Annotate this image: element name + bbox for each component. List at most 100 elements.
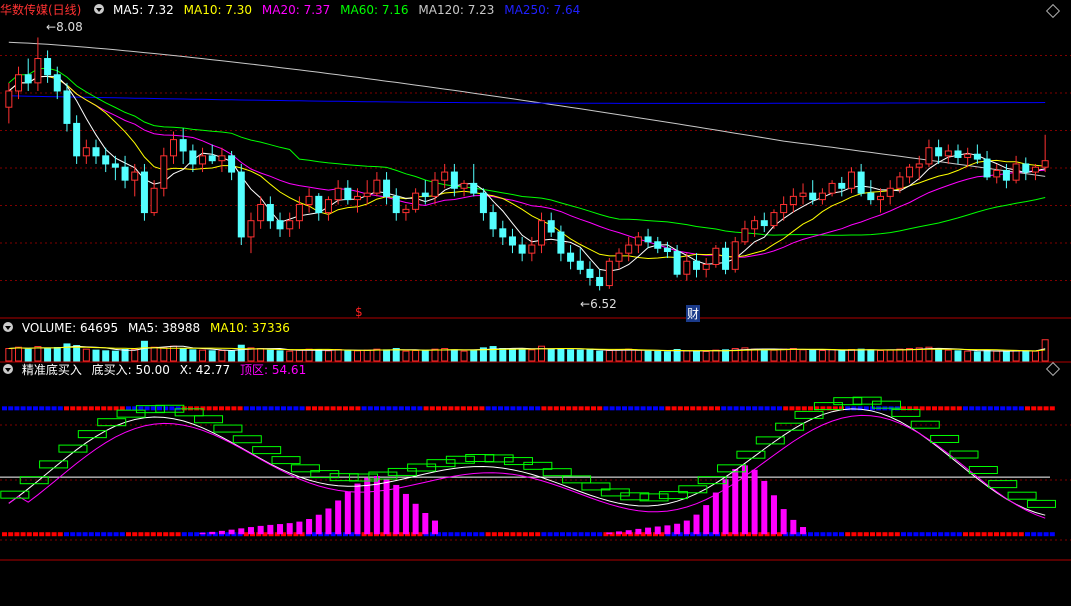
candle-down <box>315 195 323 214</box>
band-square-top <box>175 406 181 411</box>
band-square-top <box>485 406 491 411</box>
candle-down <box>479 192 487 214</box>
volume-bar <box>44 347 52 362</box>
candle-down <box>983 158 991 178</box>
band-square-top <box>231 406 237 411</box>
signal-box <box>0 490 30 499</box>
candle-down <box>673 251 681 275</box>
candle-up <box>354 195 362 201</box>
event-marker-s[interactable]: $ <box>355 305 363 319</box>
candle-up <box>1041 160 1049 168</box>
volume-bar <box>683 350 691 362</box>
volume-bar <box>15 346 23 362</box>
candle-down <box>576 260 584 270</box>
band-square-bottom <box>504 532 510 537</box>
band-square-bottom <box>26 532 32 537</box>
candle-up <box>925 147 933 165</box>
volume-bar <box>5 348 13 362</box>
histogram-bar <box>693 514 700 535</box>
band-square-top <box>188 406 193 411</box>
volume-toggle-icon[interactable] <box>2 321 14 333</box>
volume-value: VOLUME: 64695 <box>21 321 119 335</box>
legend-toggle-icon[interactable] <box>93 3 105 15</box>
volume-bar <box>228 350 236 362</box>
histogram-bar <box>383 478 390 535</box>
band-square-bottom <box>553 532 559 537</box>
band-square-bottom <box>1012 532 1018 537</box>
signal-box <box>252 446 282 455</box>
band-square-bottom <box>64 532 69 537</box>
candle-up <box>625 244 633 254</box>
band-square-bottom <box>491 532 497 537</box>
histogram-bar <box>393 484 400 535</box>
signal-line <box>8 414 1046 519</box>
stock-title: 华数传媒(日线) <box>0 3 82 17</box>
band-square-bottom <box>826 532 832 537</box>
band-square-top <box>299 406 305 411</box>
band-square-top <box>770 406 776 411</box>
candle-down <box>140 171 148 214</box>
band-square-bottom <box>845 532 851 537</box>
band-square-bottom <box>510 532 516 537</box>
band-square-bottom <box>119 532 125 537</box>
indicator-toggle-icon[interactable] <box>2 363 14 375</box>
volume-bar <box>780 348 788 362</box>
band-square-top <box>727 406 733 411</box>
candle-down <box>760 220 768 227</box>
histogram-bar <box>616 531 623 535</box>
band-square-top <box>312 406 317 411</box>
candle-up <box>160 155 168 189</box>
band-square-top <box>944 406 950 411</box>
band-square-bottom <box>498 532 503 537</box>
histogram-bar <box>315 514 322 535</box>
band-square-bottom <box>14 532 20 537</box>
band-square-top <box>8 406 14 411</box>
candle-up <box>1012 163 1020 181</box>
band-square-bottom <box>882 532 888 537</box>
signal-box <box>213 424 243 433</box>
band-square-top <box>591 406 596 411</box>
indicator-title: 精准底买入 <box>21 363 82 377</box>
histogram-bar <box>645 527 652 535</box>
signal-box <box>949 450 979 459</box>
band-square-top <box>721 406 727 411</box>
band-square-bottom <box>473 532 479 537</box>
signal-box <box>116 409 146 418</box>
band-square-top <box>57 406 63 411</box>
band-square-bottom <box>150 532 156 537</box>
candle-up <box>15 74 23 92</box>
band-square-bottom <box>39 532 45 537</box>
histogram-bar <box>267 524 274 535</box>
candle-down <box>489 212 497 230</box>
candle-up <box>373 179 381 194</box>
band-square-top <box>522 406 528 411</box>
stock-chart[interactable] <box>0 0 1071 606</box>
signal-box <box>407 463 437 472</box>
band-square-bottom <box>956 532 962 537</box>
volume-bar <box>935 348 943 362</box>
band-square-bottom <box>913 532 919 537</box>
band-square-bottom <box>107 532 113 537</box>
candle-down <box>596 276 604 287</box>
band-square-bottom <box>95 532 100 537</box>
band-square-top <box>392 406 398 411</box>
event-marker-finance[interactable]: 财 <box>686 305 701 322</box>
volume-bar <box>421 350 429 362</box>
volume-bar <box>383 349 391 362</box>
volume-ma5: MA5: 38988 <box>127 321 201 335</box>
candle-up <box>460 182 468 189</box>
band-square-top <box>2 406 7 411</box>
band-square-bottom <box>591 532 596 537</box>
volume-bar <box>567 349 575 362</box>
candle-up <box>896 176 904 189</box>
band-square-top <box>194 406 200 411</box>
band-square-top <box>45 406 51 411</box>
signal-box <box>503 457 533 466</box>
candle-up <box>702 263 710 270</box>
candle-up <box>324 199 332 214</box>
histogram-bar <box>654 526 661 535</box>
candle-up <box>131 171 139 181</box>
band-square-top <box>1018 406 1024 411</box>
band-square-top <box>994 406 999 411</box>
band-square-top <box>932 406 937 411</box>
